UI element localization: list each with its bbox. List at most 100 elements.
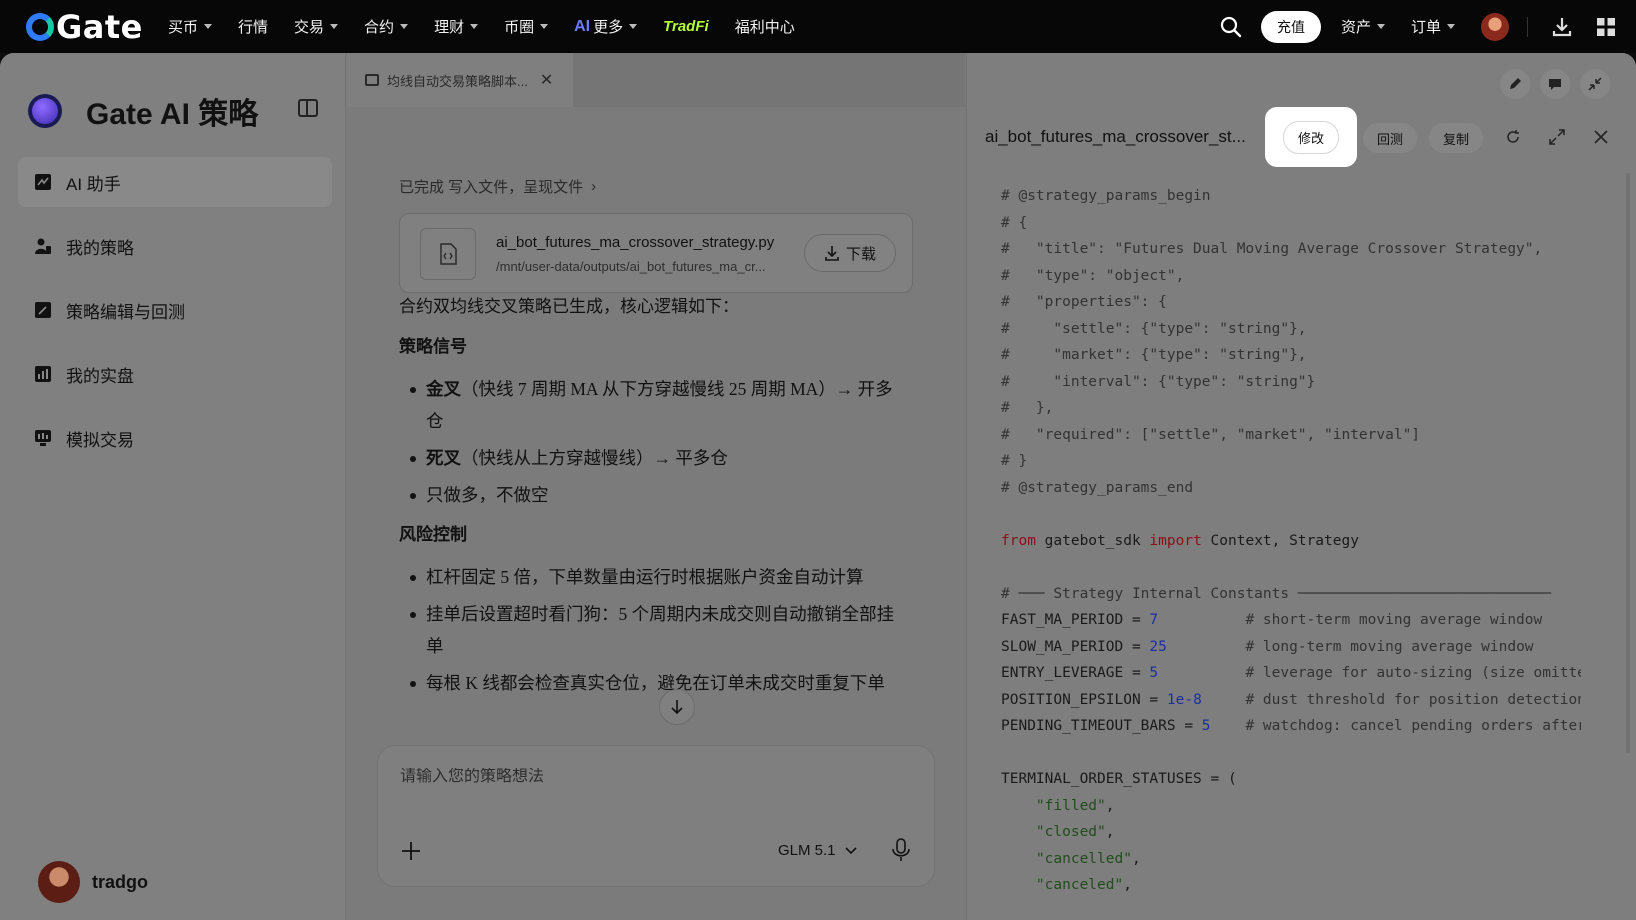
- file-card[interactable]: ai_bot_futures_ma_crossover_strategy.py …: [399, 213, 913, 293]
- avatar: [38, 861, 80, 903]
- code-line: "filled",: [1001, 793, 1581, 820]
- sidebar-item-strategy-edit-backtest[interactable]: 策略编辑与回测: [18, 285, 332, 335]
- code-line: "closed",: [1001, 819, 1581, 846]
- sidebar-item-label: 模拟交易: [66, 430, 134, 450]
- gate-logo[interactable]: Gate: [26, 8, 146, 46]
- nav-item-label: 行情: [238, 19, 269, 36]
- code-token: "canceled": [1035, 877, 1124, 893]
- backtest-button[interactable]: 回测: [1363, 123, 1418, 153]
- code-token: FAST_MA_PERIOD =: [1001, 612, 1150, 628]
- simulated-trading-icon: [34, 429, 52, 447]
- code-token: # "type": "object",: [1001, 267, 1185, 284]
- nav-item-orders[interactable]: 订单: [1411, 16, 1455, 37]
- nav-item-markets[interactable]: 行情: [238, 16, 268, 37]
- main-nav: 买币 行情 交易 合约 理财 币圈 AI 更多 TradFi 福利中心: [168, 16, 821, 37]
- sidebar-item-label: 策略编辑与回测: [66, 302, 185, 322]
- section-title-signals: 策略信号: [399, 337, 467, 356]
- code-preview-panel: ai_bot_futures_ma_crossover_st... 修改 回测 …: [966, 53, 1636, 920]
- nav-item-trade[interactable]: 交易: [294, 16, 339, 37]
- code-line: # @strategy_params_end: [1001, 475, 1581, 502]
- top-navigation-bar: Gate 买币 行情 交易 合约 理财 币圈 AI 更多 TradFi 福利中心 …: [0, 0, 1636, 53]
- code-token: PENDING_TIMEOUT_BARS =: [1001, 718, 1202, 734]
- list-item: 只做多，不做空: [399, 479, 909, 511]
- close-icon[interactable]: [1591, 127, 1611, 147]
- app-grid-icon[interactable]: [1592, 13, 1620, 41]
- chevron-down-icon: [844, 846, 857, 854]
- code-token: # short-term moving average window: [1158, 612, 1543, 628]
- sidebar-item-ai-assistant[interactable]: AI 助手: [18, 157, 332, 207]
- nav-item-assets[interactable]: 资产: [1341, 16, 1385, 37]
- code-token: # long-term moving average window: [1166, 638, 1534, 655]
- nav-item-label: 理财: [434, 19, 465, 36]
- nav-item-label: 买币: [168, 19, 199, 36]
- code-line: # "required": ["settle", "market", "inte…: [1001, 422, 1581, 449]
- caret-down-icon: [1376, 24, 1385, 29]
- tab-strategy-chat[interactable]: 均线自动交易策略脚本... ✕: [347, 53, 573, 107]
- task-status[interactable]: 已完成 写入文件，呈现文件 ›: [399, 176, 596, 197]
- code-token: # ─── Strategy Internal Constants ──────…: [1001, 585, 1551, 602]
- sidebar-item-simulated-trading[interactable]: 模拟交易: [18, 413, 332, 463]
- sidebar: Gate AI 策略 AI 助手 我的策略 策略编辑与回测 我的实盘 模拟交易 …: [0, 53, 346, 920]
- sidebar-item-my-strategy[interactable]: 我的策略: [18, 221, 332, 271]
- nav-item-futures[interactable]: 合约: [364, 16, 409, 37]
- nav-item-buy-crypto[interactable]: 买币: [168, 16, 213, 37]
- add-attachment-icon[interactable]: [400, 840, 422, 862]
- gate-ai-bot-icon: [28, 94, 62, 128]
- code-token: # {: [1001, 214, 1028, 231]
- nav-item-label: 订单: [1410, 19, 1441, 36]
- nav-item-label: 资产: [1340, 19, 1371, 36]
- gate-logo-text: Gate: [56, 7, 143, 46]
- download-app-icon[interactable]: [1548, 13, 1576, 41]
- caret-down-icon: [470, 24, 479, 29]
- edit-pencil-icon[interactable]: [1500, 69, 1530, 99]
- comment-icon[interactable]: [1540, 69, 1570, 99]
- code-line: # ─── Strategy Internal Constants ──────…: [1001, 581, 1581, 608]
- ai-badge-icon: AI: [574, 17, 591, 35]
- nav-item-tradfi[interactable]: TradFi: [663, 18, 709, 35]
- code-line: "cancelled",: [1001, 846, 1581, 873]
- code-header: ai_bot_futures_ma_crossover_st... 修改 回测 …: [967, 107, 1636, 171]
- scroll-to-bottom-button[interactable]: [659, 689, 695, 725]
- collapse-sidebar-icon[interactable]: [298, 99, 318, 117]
- list-item: 杠杆固定 5 倍，下单数量由运行时根据账户资金自动计算: [399, 561, 909, 593]
- close-icon[interactable]: ✕: [540, 70, 553, 90]
- signal-desc: （快线从上方穿越慢线）→ 平多仓: [461, 448, 728, 468]
- code-token: # leverage for auto-sizing (size omitted…: [1158, 665, 1581, 681]
- code-token: # "title": "Futures Dual Moving Average …: [1001, 241, 1543, 257]
- code-token: # },: [1001, 400, 1054, 416]
- nav-item-rewards-center[interactable]: 福利中心: [735, 16, 795, 37]
- sidebar-item-live-trading[interactable]: 我的实盘: [18, 349, 332, 399]
- nav-item-more[interactable]: AI 更多: [574, 16, 638, 37]
- risk-list: 杠杆固定 5 倍，下单数量由运行时根据账户资金自动计算 挂单后设置超时看门狗：5…: [399, 561, 909, 701]
- code-token: 7: [1149, 612, 1159, 628]
- refresh-icon[interactable]: [1503, 127, 1523, 147]
- code-line: # "type": "object",: [1001, 263, 1581, 290]
- copy-button[interactable]: 复制: [1429, 123, 1484, 153]
- minimize-icon[interactable]: [1580, 69, 1610, 99]
- strategy-prompt-input[interactable]: [400, 768, 910, 786]
- code-token: # }: [1001, 453, 1028, 469]
- code-line: # {: [1001, 210, 1581, 237]
- expand-icon[interactable]: [1547, 127, 1567, 147]
- nav-item-label: 币圈: [504, 19, 535, 36]
- microphone-icon[interactable]: [890, 838, 912, 862]
- user-avatar[interactable]: [1481, 12, 1509, 41]
- user-profile[interactable]: tradgo: [38, 861, 148, 903]
- deposit-button[interactable]: 充值: [1260, 10, 1321, 43]
- code-token: ENTRY_LEVERAGE =: [1001, 665, 1150, 681]
- code-editor[interactable]: # @strategy_params_begin # {# "title": "F…: [1001, 183, 1581, 920]
- signal-desc: 只做多，不做空: [426, 485, 549, 505]
- search-icon[interactable]: [1217, 13, 1245, 41]
- download-button[interactable]: 下载: [804, 234, 896, 272]
- code-line: ENTRY_LEVERAGE = 5 # leverage for auto-s…: [1001, 660, 1581, 687]
- code-scrollbar[interactable]: [1626, 173, 1630, 753]
- model-select[interactable]: GLM 5.1: [778, 842, 858, 859]
- edit-button[interactable]: 修改: [1282, 120, 1339, 154]
- nav-item-label: 更多: [593, 19, 624, 36]
- code-line: # "interval": {"type": "string"}: [1001, 369, 1581, 396]
- nav-item-earn[interactable]: 理财: [434, 16, 479, 37]
- ai-assistant-icon: [34, 173, 52, 191]
- nav-item-community[interactable]: 币圈: [504, 16, 549, 37]
